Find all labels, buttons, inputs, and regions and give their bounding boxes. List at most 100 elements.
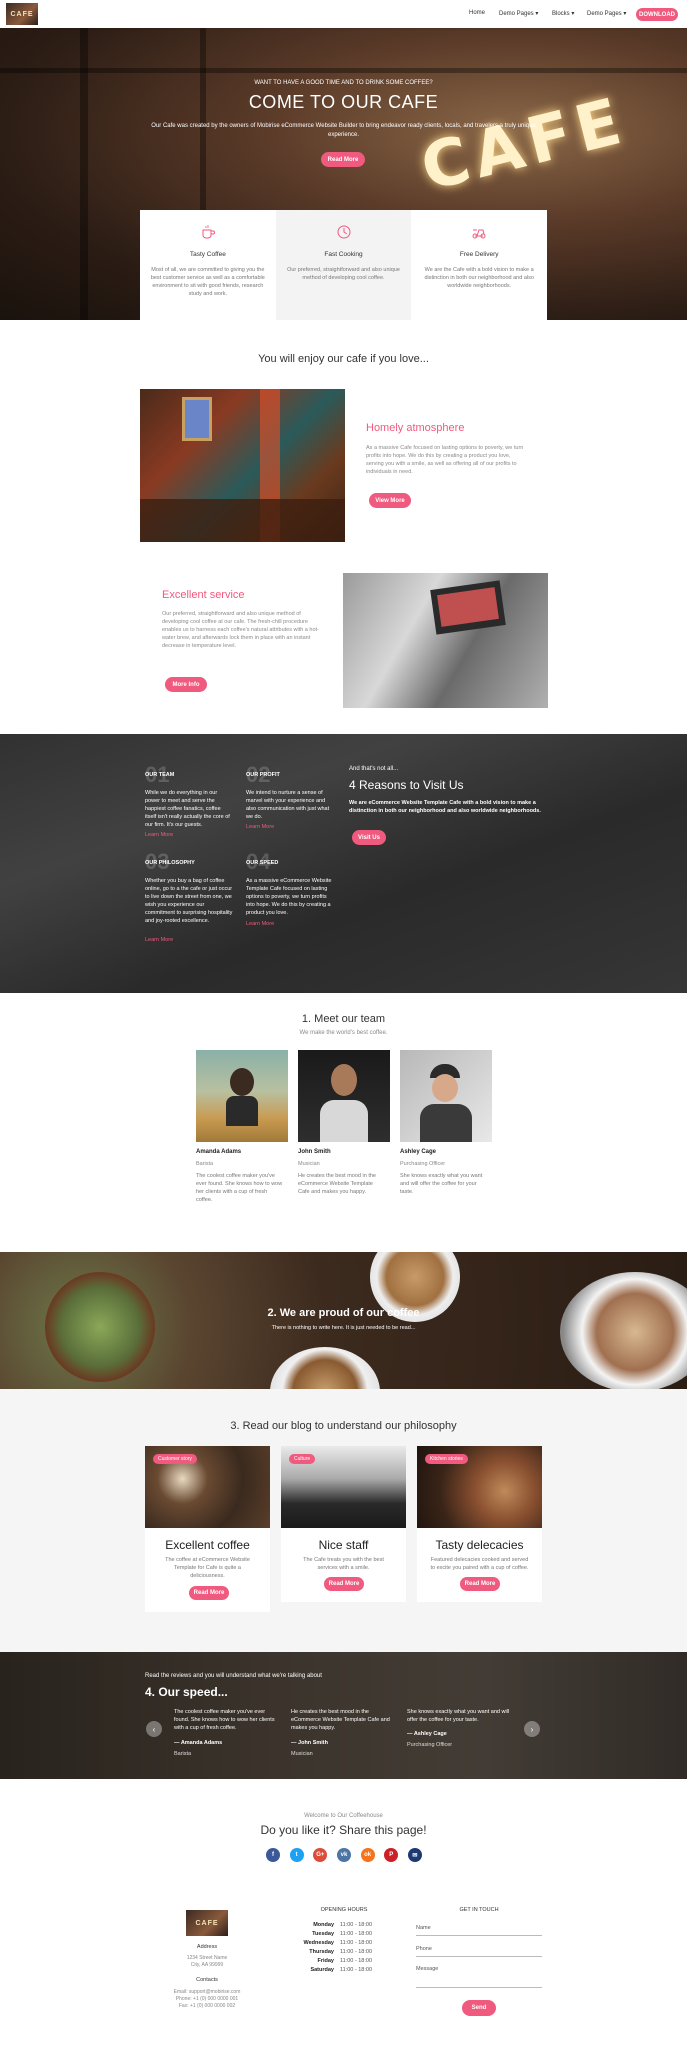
- reason-heading: OUR TEAM: [145, 772, 175, 778]
- blog-card-text: The coffee at eCommerce Website Template…: [165, 1557, 250, 1579]
- chevron-left-icon: ‹: [152, 1724, 156, 1734]
- blog-card-tag[interactable]: Customer story: [153, 1454, 197, 1464]
- excellent-service-image: [343, 573, 548, 708]
- pinterest-icon[interactable]: P: [384, 1848, 399, 1862]
- footer-logo-text: CAFE: [195, 1919, 219, 1927]
- feature-text: Most of all, we are committed to giving …: [150, 267, 265, 297]
- proud-subtitle: There is nothing to write here. It is ju…: [271, 1325, 416, 1331]
- blog-card: Kitchen stories Tasty delecacies Feature…: [417, 1446, 542, 1602]
- reasons-title: 4 Reasons to Visit Us: [349, 778, 464, 792]
- hero-description: Our Cafe was created by the owners of Mo…: [151, 123, 536, 138]
- review-role: Purchasing Officer: [407, 1742, 453, 1748]
- hours-row: Friday 11:00 - 18:00: [300, 1957, 400, 1966]
- feature-title: Free Delivery: [459, 251, 499, 258]
- feature-fast-cooking: Fast Cooking Our preferred, straightforw…: [275, 210, 412, 320]
- address-line-2: City, AA 99999: [190, 1962, 224, 1968]
- phone-field[interactable]: Phone: [416, 1946, 542, 1957]
- coffee-cup-icon: [202, 225, 215, 239]
- reviews-pretitle: Read the reviews and you will understand…: [145, 1673, 322, 1679]
- feature-title: Fast Cooking: [324, 251, 363, 258]
- homely-atmosphere-title: Homely atmosphere: [366, 422, 465, 434]
- reason-learn-more-link[interactable]: Learn More: [145, 832, 173, 838]
- hours-day: Thursday: [309, 1949, 334, 1955]
- hours-day: Monday: [313, 1922, 334, 1928]
- hours-row: Saturday 11:00 - 18:00: [300, 1966, 400, 1975]
- contacts-label: Contacts: [196, 1977, 218, 1983]
- reason-text: Whether you buy a bag of coffee online, …: [145, 878, 233, 924]
- hours-time: 11:00 - 18:00: [340, 1922, 373, 1928]
- reason-heading: OUR SPEED: [246, 860, 279, 866]
- team-member-text: She knows exactly what you want and will…: [400, 1173, 483, 1195]
- review-author: — John Smith: [291, 1740, 328, 1746]
- name-field[interactable]: Name: [416, 1925, 542, 1936]
- footer-logo[interactable]: CAFE: [186, 1910, 228, 1936]
- download-button[interactable]: DOWNLOAD: [636, 8, 678, 21]
- nav-demo-pages-2[interactable]: Demo Pages ▾: [587, 10, 626, 17]
- vk-icon[interactable]: vk: [336, 1848, 351, 1862]
- team-photo-amanda: [196, 1050, 288, 1142]
- homely-atmosphere-image: [140, 389, 345, 542]
- reasons-pretitle: And that's not all...: [349, 766, 399, 772]
- twitter-icon[interactable]: t: [289, 1848, 304, 1862]
- top-navbar: CAFE Home Demo Pages ▾ Blocks ▾ Demo Pag…: [0, 0, 687, 28]
- blog-read-more-button[interactable]: Read More: [324, 1577, 364, 1591]
- mail-icon[interactable]: ✉: [407, 1848, 422, 1862]
- hours-day: Friday: [317, 1958, 334, 1964]
- reason-text: While we do everything in our power to m…: [145, 790, 230, 828]
- excellent-service-text: Our preferred, straightforward and also …: [162, 611, 319, 649]
- hours-day: Saturday: [310, 1967, 334, 1973]
- reason-learn-more-link[interactable]: Learn More: [246, 921, 274, 927]
- google-plus-icon[interactable]: G+: [313, 1848, 328, 1862]
- hero-read-more-button[interactable]: Read More: [321, 152, 365, 167]
- reason-heading: OUR PHILOSOPHY: [145, 860, 195, 866]
- features-row: Tasty Coffee Most of all, we are committ…: [140, 210, 548, 320]
- review-text: He creates the best mood in the eCommerc…: [291, 1709, 390, 1731]
- nav-home[interactable]: Home: [469, 10, 485, 16]
- reason-learn-more-link[interactable]: Learn More: [246, 824, 274, 830]
- more-info-button[interactable]: More Info: [165, 677, 207, 692]
- blog-title: 3. Read our blog to understand our philo…: [230, 1420, 457, 1432]
- homely-atmosphere-text: As a massive Cafe focused on lasting opt…: [366, 445, 524, 475]
- hours-day: Tuesday: [312, 1931, 334, 1937]
- opening-hours-title: OPENING HOURS: [320, 1907, 368, 1913]
- share-title: Do you like it? Share this page!: [260, 1823, 427, 1837]
- team-photo-john: [298, 1050, 390, 1142]
- review-text: She knows exactly what you want and will…: [407, 1709, 510, 1723]
- message-field[interactable]: Message: [416, 1966, 542, 1988]
- social-share-row: f t G+ vk ok P ✉: [266, 1848, 422, 1862]
- review-role: Barista: [174, 1751, 192, 1757]
- team-title: 1. Meet our team: [301, 1013, 386, 1025]
- delivery-scooter-icon: [472, 229, 486, 239]
- hours-time: 11:00 - 18:00: [340, 1967, 373, 1973]
- blog-read-more-button[interactable]: Read More: [189, 1586, 229, 1600]
- send-button[interactable]: Send: [462, 2000, 496, 2016]
- reviews-title: 4. Our speed...: [145, 1685, 228, 1699]
- blog-card-tag[interactable]: Culture: [289, 1454, 316, 1464]
- carousel-prev-button[interactable]: ‹: [146, 1721, 162, 1737]
- nav-blocks[interactable]: Blocks ▾: [552, 10, 574, 17]
- visit-us-button[interactable]: Visit Us: [352, 830, 386, 845]
- reason-text: We intend to nurture a sense of marvel w…: [246, 790, 330, 820]
- reason-learn-more-link[interactable]: Learn More: [145, 937, 173, 943]
- logo[interactable]: CAFE: [6, 3, 38, 25]
- review-role: Musician: [291, 1751, 313, 1757]
- blog-card: Customer story Excellent coffee The coff…: [145, 1446, 270, 1612]
- blog-read-more-button[interactable]: Read More: [460, 1577, 500, 1591]
- carousel-next-button[interactable]: ›: [524, 1721, 540, 1737]
- odnoklassniki-icon[interactable]: ok: [360, 1848, 375, 1862]
- view-more-button[interactable]: View More: [369, 493, 411, 508]
- nav-demo-pages[interactable]: Demo Pages ▾: [499, 10, 538, 17]
- hours-time: 11:00 - 18:00: [340, 1940, 373, 1946]
- facebook-icon[interactable]: f: [266, 1848, 280, 1862]
- blog-card: Culture Nice staff The Cafe treats you w…: [281, 1446, 406, 1602]
- team-member-role: Musician: [298, 1161, 320, 1167]
- feature-title: Tasty Coffee: [189, 251, 226, 258]
- logo-text: CAFE: [10, 10, 34, 18]
- hours-time: 11:00 - 18:00: [340, 1949, 373, 1955]
- hours-day: Wednesday: [303, 1940, 334, 1946]
- blog-card-tag[interactable]: Kitchen stories: [425, 1454, 468, 1464]
- blog-card-text: Featured delecacies cooked and served to…: [430, 1557, 529, 1571]
- feature-free-delivery: Free Delivery We are the Cafe with a bol…: [411, 210, 548, 320]
- hours-row: Wednesday 11:00 - 18:00: [300, 1939, 400, 1948]
- contact-fax: Fax: +1 (0) 000 0000 002: [178, 2003, 236, 2009]
